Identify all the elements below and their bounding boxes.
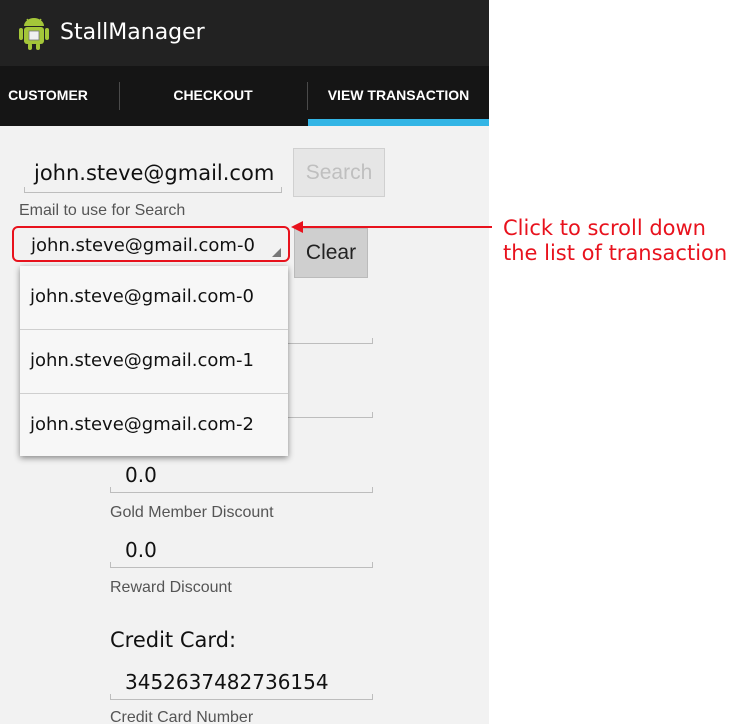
- credit-card-underline: [110, 694, 373, 700]
- annotation-arrow-line: [302, 226, 492, 228]
- annotation-line-1: Click to scroll down: [503, 216, 706, 240]
- email-search-input[interactable]: john.steve@gmail.com: [34, 161, 274, 185]
- dropdown-item-label: john.steve@gmail.com-0: [30, 286, 254, 307]
- dropdown-item[interactable]: john.steve@gmail.com-2: [20, 394, 288, 457]
- dropdown-item-label: john.steve@gmail.com-1: [30, 350, 254, 371]
- transaction-spinner[interactable]: john.steve@gmail.com-0: [12, 226, 290, 262]
- credit-card-number-label: Credit Card Number: [110, 709, 254, 724]
- phone-screen: StallManager CUSTOMER CHECKOUT VIEW TRAN…: [0, 0, 489, 724]
- dropdown-item[interactable]: john.steve@gmail.com-1: [20, 330, 288, 393]
- android-icon: [19, 18, 49, 50]
- gold-discount-underline: [110, 487, 373, 493]
- app-title: StallManager: [60, 20, 205, 45]
- dropdown-item[interactable]: john.steve@gmail.com-0: [20, 266, 288, 329]
- reward-discount-underline: [110, 562, 373, 568]
- spinner-caret-icon: [272, 248, 281, 257]
- email-input-underline: [24, 187, 282, 193]
- reward-discount-label: Reward Discount: [110, 579, 232, 596]
- annotation-callout: Click to scroll down the list of transac…: [503, 216, 727, 266]
- tab-selected-indicator: [308, 119, 489, 126]
- action-bar: StallManager: [0, 0, 489, 66]
- email-field-label: Email to use for Search: [19, 202, 186, 219]
- credit-card-number-input[interactable]: 3452637482736154: [125, 670, 329, 694]
- annotation-line-2: the list of transaction: [503, 241, 728, 265]
- tab-bar: CUSTOMER CHECKOUT VIEW TRANSACTION: [0, 66, 489, 126]
- credit-card-heading: Credit Card:: [110, 628, 237, 652]
- reward-discount-input[interactable]: 0.0: [125, 538, 157, 562]
- gold-discount-input[interactable]: 0.0: [125, 463, 157, 487]
- tab-view-transaction[interactable]: VIEW TRANSACTION: [308, 66, 489, 126]
- spinner-selected-value: john.steve@gmail.com-0: [31, 235, 255, 256]
- annotation-arrow-head: [291, 221, 303, 233]
- clear-button[interactable]: Clear: [294, 228, 368, 278]
- tab-customer[interactable]: CUSTOMER: [0, 66, 96, 126]
- tab-checkout[interactable]: CHECKOUT: [120, 66, 306, 126]
- spinner-dropdown-list: john.steve@gmail.com-0 john.steve@gmail.…: [20, 266, 288, 456]
- dropdown-item-label: john.steve@gmail.com-2: [30, 414, 254, 435]
- search-button[interactable]: Search: [293, 148, 385, 197]
- gold-discount-label: Gold Member Discount: [110, 504, 274, 521]
